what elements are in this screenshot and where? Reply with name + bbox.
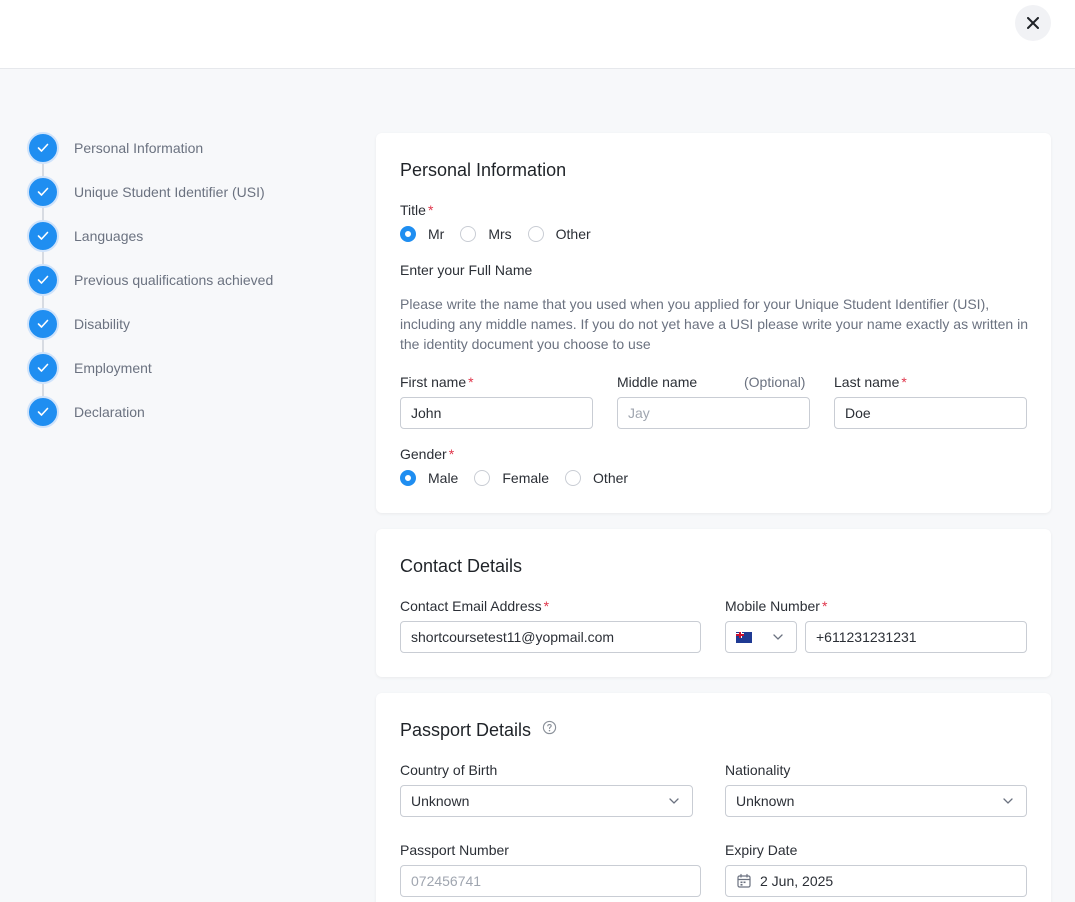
- card-title: Passport Details: [400, 720, 557, 741]
- gender-radio-group: Male Female Other: [400, 470, 644, 486]
- title-label-text: Title: [400, 202, 426, 218]
- passport-number-label: Passport Number: [400, 842, 509, 858]
- chevron-down-icon: [773, 634, 783, 640]
- radio-icon: [474, 470, 491, 486]
- step-previous-qualifications[interactable]: Previous qualifications achieved: [27, 264, 274, 310]
- radio-label: Other: [555, 226, 591, 242]
- step-label: Disability: [74, 316, 131, 332]
- mobile-label: Mobile Number *: [725, 598, 827, 614]
- close-icon: [1027, 17, 1039, 29]
- middle-name-input[interactable]: Jay: [617, 397, 810, 429]
- nationality-select[interactable]: Unknown: [725, 785, 1027, 817]
- step-label: Languages: [74, 228, 144, 244]
- expiry-date-input[interactable]: 2 Jun, 2025: [725, 865, 1027, 897]
- step-list: Personal Information Unique Student Iden…: [27, 132, 273, 440]
- country-of-birth-select[interactable]: Unknown: [400, 785, 693, 817]
- step-label: Declaration: [74, 404, 145, 420]
- chevron-down-icon: [1003, 798, 1013, 804]
- step-usi[interactable]: Unique Student Identifier (USI): [27, 176, 273, 222]
- chevron-down-icon: [669, 798, 679, 804]
- radio-label: Mrs: [488, 226, 512, 242]
- card-title: Contact Details: [400, 556, 523, 576]
- first-name-input[interactable]: John: [400, 397, 593, 429]
- top-bar: [0, 0, 1075, 69]
- title-label: Title *: [400, 202, 433, 218]
- title-option-other[interactable]: Other: [527, 226, 591, 242]
- full-name-help-text: Please write the name that you used when…: [400, 296, 1028, 352]
- radio-icon: [527, 226, 544, 242]
- step-label: Previous qualifications achieved: [74, 272, 274, 288]
- email-input[interactable]: shortcoursetest11@yopmail.com: [400, 621, 701, 653]
- radio-label: Female: [502, 470, 550, 486]
- mobile-label-text: Mobile Number: [725, 598, 820, 614]
- step-label: Employment: [74, 360, 152, 376]
- step-personal-information[interactable]: Personal Information: [27, 132, 273, 178]
- last-name-label-text: Last name: [834, 374, 900, 390]
- country-code-select[interactable]: [725, 621, 797, 653]
- step-complete-icon: [27, 176, 59, 208]
- australia-flag-icon: [736, 631, 752, 643]
- middle-name-label: Middle name: [617, 374, 698, 390]
- personal-information-card: Personal Information Title * Mr Mrs Other…: [376, 133, 1051, 513]
- step-complete-icon: [27, 308, 59, 340]
- step-declaration[interactable]: Declaration: [27, 396, 273, 440]
- close-button[interactable]: [1015, 5, 1051, 41]
- radio-label: Other: [593, 470, 629, 486]
- mobile-number-input[interactable]: +611231231231: [805, 621, 1027, 653]
- title-option-mr[interactable]: Mr: [400, 226, 444, 242]
- radio-selected-icon: [400, 470, 416, 486]
- step-disability[interactable]: Disability: [27, 308, 273, 354]
- expiry-date-label: Expiry Date: [725, 842, 798, 858]
- country-of-birth-label: Country of Birth: [400, 762, 498, 778]
- required-marker: *: [901, 374, 907, 390]
- required-marker: *: [543, 598, 550, 614]
- select-value: Unknown: [411, 793, 470, 809]
- radio-selected-icon: [400, 226, 416, 242]
- step-label: Unique Student Identifier (USI): [74, 184, 265, 200]
- last-name-label: Last name *: [834, 374, 907, 390]
- required-marker: *: [468, 374, 474, 390]
- gender-label-text: Gender: [400, 446, 447, 462]
- help-circle-icon[interactable]: [542, 720, 557, 735]
- gender-option-female[interactable]: Female: [474, 470, 549, 486]
- step-complete-icon: [27, 220, 59, 252]
- required-marker: *: [427, 202, 434, 218]
- step-complete-icon: [27, 264, 59, 296]
- step-languages[interactable]: Languages: [27, 220, 273, 266]
- middle-name-optional: (Optional): [744, 374, 806, 390]
- card-title-text: Passport Details: [400, 720, 532, 740]
- radio-label: Male: [428, 470, 459, 486]
- first-name-label: First name *: [400, 374, 474, 390]
- first-name-label-text: First name: [400, 374, 467, 390]
- calendar-icon: [737, 873, 751, 888]
- required-marker: *: [448, 446, 455, 462]
- passport-number-input[interactable]: 072456741: [400, 865, 701, 897]
- step-complete-icon: [27, 396, 59, 428]
- email-label: Contact Email Address *: [400, 598, 549, 614]
- email-label-text: Contact Email Address: [400, 598, 542, 614]
- last-name-input[interactable]: Doe: [834, 397, 1027, 429]
- step-complete-icon: [27, 132, 59, 164]
- nationality-label: Nationality: [725, 762, 791, 778]
- passport-details-card: Passport Details Country of Birth Unknow…: [376, 693, 1051, 902]
- step-label: Personal Information: [74, 140, 204, 156]
- step-employment[interactable]: Employment: [27, 352, 273, 398]
- gender-label: Gender *: [400, 446, 454, 462]
- required-marker: *: [821, 598, 828, 614]
- gender-option-other[interactable]: Other: [565, 470, 628, 486]
- expiry-date-value: 2 Jun, 2025: [760, 873, 834, 889]
- full-name-heading: Enter your Full Name: [400, 262, 533, 278]
- radio-label: Mr: [428, 226, 445, 242]
- card-title: Personal Information: [400, 160, 567, 180]
- select-value: Unknown: [736, 793, 795, 809]
- step-complete-icon: [27, 352, 59, 384]
- gender-option-male[interactable]: Male: [400, 470, 458, 486]
- radio-icon: [565, 470, 582, 486]
- title-radio-group: Mr Mrs Other: [400, 226, 607, 242]
- contact-details-card: Contact Details Contact Email Address * s…: [376, 529, 1051, 677]
- radio-icon: [460, 226, 477, 242]
- title-option-mrs[interactable]: Mrs: [460, 226, 512, 242]
